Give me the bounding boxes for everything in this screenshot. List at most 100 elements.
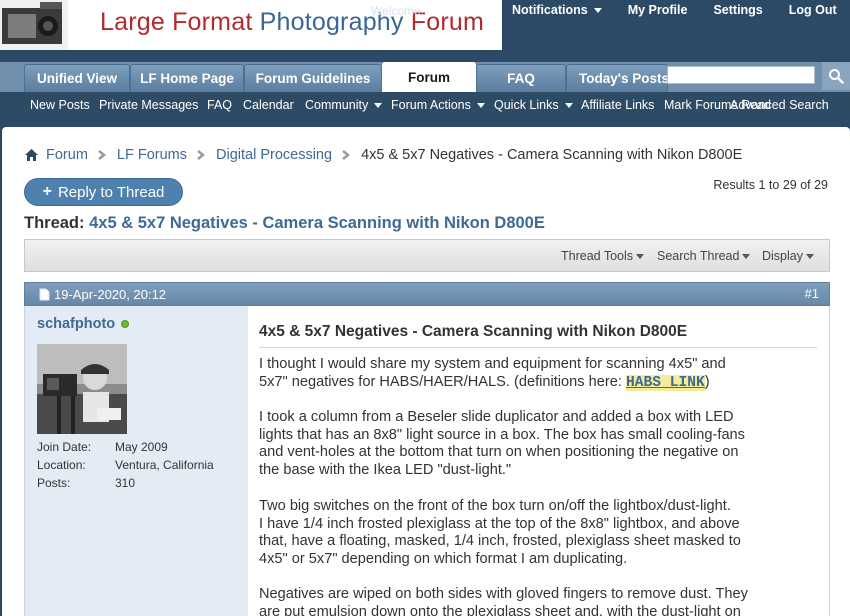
- post-date: 19-Apr-2020, 20:12: [39, 287, 166, 302]
- avatar[interactable]: [37, 344, 127, 434]
- field-value: Ventura, California: [115, 458, 214, 472]
- subnav-forum-actions[interactable]: Forum Actions: [391, 98, 485, 112]
- post-paragraph: I thought I would share my system and eq…: [259, 356, 825, 392]
- camera-logo-icon: [0, 0, 68, 50]
- post-title-divider: [259, 347, 817, 348]
- post-username[interactable]: schafphoto: [37, 316, 130, 332]
- post-line: Negatives are wiped on both sides with g…: [259, 586, 748, 602]
- subnav-private-messages[interactable]: Private Messages: [99, 98, 198, 112]
- caret-down-icon: [636, 253, 645, 259]
- results-count: Results 1 to 29 of 29: [713, 178, 828, 192]
- subnav-label: Quick Links: [494, 98, 559, 112]
- subnav-calendar[interactable]: Calendar: [243, 98, 294, 112]
- site-header: Large Format Photography Forum Welcome, …: [0, 0, 850, 62]
- breadcrumb-separator-icon: [341, 149, 352, 161]
- subnav-faq[interactable]: FAQ: [207, 98, 232, 112]
- habs-link[interactable]: HABS LINK: [625, 374, 705, 391]
- subnav-label: Private Messages: [99, 98, 199, 112]
- caret-down-icon: [593, 7, 602, 13]
- post-line: the base with the Ikea LED "dust-light.": [259, 461, 512, 478]
- field-value: May 2009: [115, 440, 168, 454]
- logo-word: Large Format: [100, 8, 253, 36]
- online-status-icon: [121, 320, 130, 328]
- tab-forum[interactable]: Forum: [382, 62, 476, 92]
- link-label: Notifications: [512, 3, 588, 17]
- post-paragraph: Two big switches on the front of the box…: [259, 498, 825, 568]
- subnav-label: Community: [305, 98, 369, 112]
- welcome-text: Welcome, schafphoto: [371, 4, 492, 18]
- thread-label: Thread:: [24, 214, 85, 232]
- search-thread-menu[interactable]: Search Thread: [657, 249, 751, 263]
- breadcrumb-forum[interactable]: Forum: [46, 147, 88, 163]
- post-line: are put emulsion down onto the plexiglas…: [259, 603, 741, 616]
- settings-link[interactable]: Settings: [713, 3, 762, 17]
- post-body: 4x5 & 5x7 Negatives - Camera Scanning wi…: [248, 306, 830, 616]
- caret-down-icon: [564, 102, 573, 108]
- user-join-date: Join Date: May 2009: [37, 440, 168, 454]
- user-posts: Posts: 310: [37, 476, 135, 490]
- breadcrumb-digital-processing[interactable]: Digital Processing: [216, 147, 332, 163]
- welcome-label: Welcome,: [371, 4, 425, 18]
- post-date-text: 19-Apr-2020, 20:12: [54, 287, 167, 302]
- reply-to-thread-button[interactable]: + Reply to Thread: [24, 178, 183, 206]
- tool-label: Search Thread: [657, 249, 740, 263]
- post-line: that, have a floating, masked, 1/4 inch,…: [259, 533, 741, 550]
- tool-label: Thread Tools: [561, 249, 634, 263]
- search-icon: [829, 69, 844, 84]
- display-menu[interactable]: Display: [762, 249, 814, 263]
- thread-tools-menu[interactable]: Thread Tools: [561, 249, 645, 263]
- post-header: 19-Apr-2020, 20:12 #1: [24, 282, 830, 306]
- thread-tools-bar: Thread Tools Search Thread Display: [24, 239, 830, 272]
- search-label: h: [804, 68, 812, 83]
- subnav-new-posts[interactable]: New Posts: [30, 98, 90, 112]
- caret-down-icon: [806, 253, 814, 259]
- post-line: and vent-holes at the bottom that turn o…: [259, 444, 739, 461]
- breadcrumb-separator-icon: [97, 149, 108, 161]
- post-line: I thought I would share my system and eq…: [259, 356, 726, 372]
- field-value: 310: [115, 476, 136, 490]
- link-label: My Profile: [627, 3, 688, 17]
- caret-down-icon: [742, 253, 751, 259]
- subnav-advanced-search[interactable]: Advanced Search: [730, 98, 829, 112]
- tab-faq[interactable]: FAQ: [476, 64, 566, 92]
- post-paragraph: I took a column from a Beseler slide dup…: [259, 409, 825, 479]
- post-paragraph: Negatives are wiped on both sides with g…: [259, 586, 825, 616]
- tab-forum-guidelines[interactable]: Forum Guidelines: [244, 64, 382, 92]
- post-text: 5x7" negatives for HABS/HAER/HALS. (defi…: [259, 373, 626, 390]
- username-text: schafphoto: [37, 316, 116, 332]
- search-input[interactable]: [667, 66, 815, 84]
- post-text: ): [704, 373, 710, 390]
- welcome-username[interactable]: schafphoto: [427, 4, 492, 18]
- user-location: Location: Ventura, California: [37, 458, 214, 472]
- home-icon[interactable]: [24, 148, 39, 162]
- breadcrumb-lf-forums[interactable]: LF Forums: [117, 147, 187, 163]
- subnav-quick-links[interactable]: Quick Links: [494, 98, 573, 112]
- subnav-affiliate-links[interactable]: Affiliate Links: [581, 98, 654, 112]
- tab-todays-posts[interactable]: Today's Posts: [566, 64, 668, 92]
- post-title: 4x5 & 5x7 Negatives - Camera Scanning wi…: [259, 323, 688, 340]
- thread-title-link[interactable]: 4x5 & 5x7 Negatives - Camera Scanning wi…: [89, 214, 545, 232]
- subnav-label: FAQ: [207, 98, 233, 112]
- subnav-community[interactable]: Community: [305, 98, 383, 112]
- post-line: 5x7" negatives for HABS/HAER/HALS. (defi…: [259, 374, 825, 393]
- tab-lf-home-page[interactable]: LF Home Page: [130, 64, 244, 92]
- caret-down-icon: [476, 102, 485, 108]
- tool-label: Display: [762, 249, 803, 263]
- subnav-label: Calendar: [243, 98, 294, 112]
- subnav-label: New Posts: [30, 98, 90, 112]
- post-line: lights that has an 8x8" light source in …: [259, 426, 745, 443]
- breadcrumb: Forum LF Forums Digital Processing 4x5 &…: [24, 147, 742, 163]
- field-key: Posts:: [37, 476, 71, 490]
- log-out-link[interactable]: Log Out: [789, 3, 837, 17]
- breadcrumb-separator-icon: [196, 149, 207, 161]
- search-button[interactable]: [822, 62, 850, 90]
- post-number[interactable]: #1: [805, 286, 819, 301]
- tab-unified-view[interactable]: Unified View: [24, 64, 130, 92]
- my-profile-link[interactable]: My Profile: [628, 3, 688, 17]
- caret-down-icon: [374, 102, 383, 108]
- post-user-info: schafphoto Join Date: May 2009 Location: V…: [24, 306, 248, 616]
- post-line: Two big switches on the front of the box…: [259, 498, 731, 514]
- reply-button-label: Reply to Thread: [57, 183, 165, 201]
- document-icon: [39, 288, 50, 301]
- notifications-link[interactable]: Notifications: [512, 3, 602, 17]
